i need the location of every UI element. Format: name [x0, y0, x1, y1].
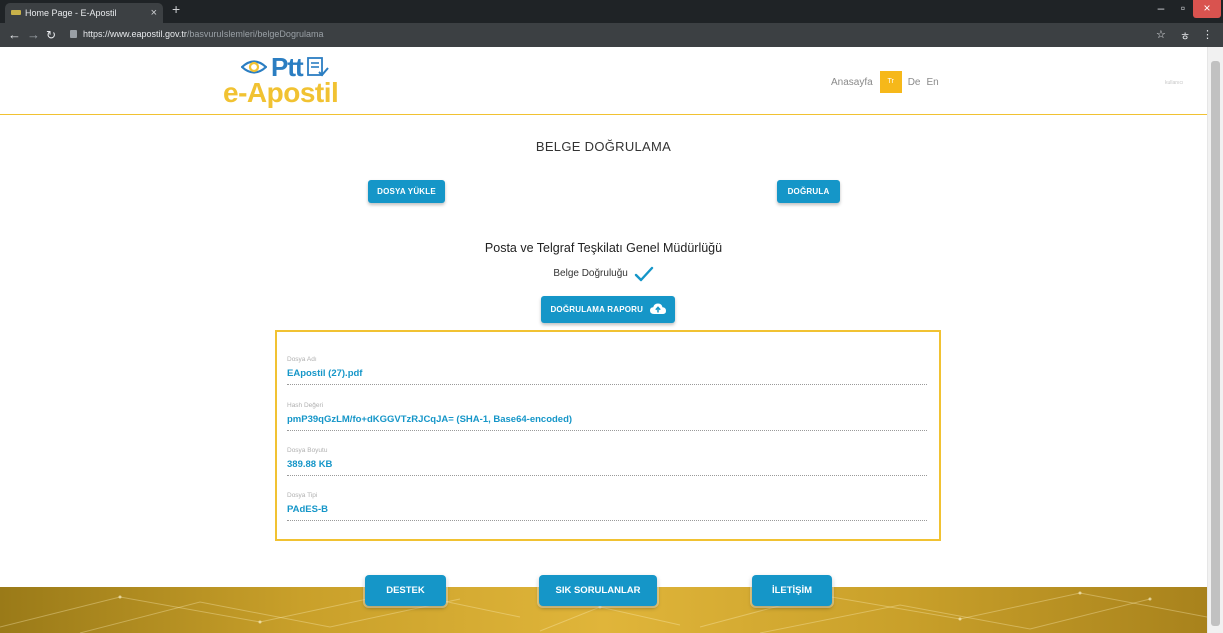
favicon-icon	[11, 10, 21, 15]
tab-title: Home Page - E-Apostil	[25, 8, 117, 18]
upload-file-button[interactable]: DOSYA YÜKLE	[368, 180, 445, 203]
issuing-organization: Posta ve Telgraf Teşkilatı Genel Müdürlü…	[484, 241, 723, 255]
page-title: BELGE DOĞRULAMA	[535, 139, 672, 154]
menu-icon[interactable]: ⋮	[1202, 28, 1213, 41]
eye-logo-icon	[241, 60, 267, 74]
field-label: Dosya Adı	[287, 356, 317, 363]
incognito-icon[interactable]: ㅎ	[1180, 28, 1190, 44]
browser-tab-bar: Home Page - E-Apostil × + – ▫ ×	[0, 0, 1223, 23]
site-header: Ptt e-Apostil Anasayfa Tr De En kullanıc…	[0, 47, 1207, 115]
file-info-panel: Dosya Adı EApostil (27).pdf Hash Değeri …	[275, 330, 941, 541]
nav-home-link[interactable]: Anasayfa	[831, 77, 873, 88]
page-scrollbar[interactable]	[1207, 47, 1223, 633]
field-value: pmP39qGzLM/fo+dKGGVTzRJCqJA= (SHA-1, Bas…	[287, 414, 573, 425]
document-check-logo-icon	[306, 57, 329, 77]
cloud-upload-icon	[649, 303, 666, 314]
field-label: Hash Değeri	[287, 402, 324, 409]
ptt-eapostil-logo[interactable]: Ptt e-Apostil	[219, 52, 364, 109]
lang-de-link[interactable]: De	[908, 77, 921, 88]
field-value: PAdES-B	[287, 504, 328, 515]
support-button[interactable]: DESTEK	[365, 575, 446, 606]
lock-icon	[70, 30, 77, 38]
lang-en-link[interactable]: En	[927, 77, 939, 88]
file-name-field: Dosya Adı EApostil (27).pdf	[287, 356, 927, 385]
field-label: Dosya Boyutu	[287, 447, 328, 454]
browser-tab[interactable]: Home Page - E-Apostil ×	[5, 3, 163, 23]
report-button-label: DOĞRULAMA RAPORU	[550, 305, 644, 314]
tab-close-icon[interactable]: ×	[151, 3, 157, 23]
hash-value-field: Hash Değeri pmP39qGzLM/fo+dKGGVTzRJCqJA=…	[287, 402, 927, 431]
document-validity: Belge Doğruluğu	[0, 266, 1207, 282]
forward-arrow-icon[interactable]: →	[27, 27, 40, 42]
scrollbar-thumb[interactable]	[1211, 61, 1220, 626]
contact-button[interactable]: İLETİŞİM	[752, 575, 832, 606]
new-tab-button[interactable]: +	[172, 1, 180, 17]
user-area-link[interactable]: kullanıcı	[1165, 80, 1183, 86]
file-size-field: Dosya Boyutu 389.88 KB	[287, 447, 927, 476]
browser-address-bar: ← → ↻ https://www.eapostil.gov.tr/basvur…	[0, 23, 1223, 47]
lang-tr-button[interactable]: Tr	[879, 71, 902, 93]
url-path: /basvuruIslemleri/belgeDogrulama	[186, 29, 324, 39]
star-icon[interactable]: ☆	[1156, 28, 1166, 41]
field-value: 389.88 KB	[287, 459, 333, 470]
verify-button[interactable]: DOĞRULA	[777, 180, 840, 203]
top-nav: Anasayfa Tr De En	[831, 71, 939, 93]
faq-button[interactable]: SIK SORULANLAR	[539, 575, 657, 606]
file-type-field: Dosya Tipi PAdES-B	[287, 492, 927, 521]
field-value: EApostil (27).pdf	[287, 368, 363, 379]
minimize-button[interactable]: –	[1150, 0, 1172, 18]
validity-label: Belge Doğruluğu	[553, 268, 628, 279]
url-host: https://www.eapostil.gov.tr	[83, 29, 187, 39]
field-label: Dosya Tipi	[287, 492, 318, 499]
close-window-button[interactable]: ×	[1193, 0, 1221, 18]
logo-eapostil-text: e-Apostil	[223, 77, 339, 108]
reload-icon[interactable]: ↻	[46, 28, 56, 42]
maximize-button[interactable]: ▫	[1172, 0, 1194, 18]
url-field[interactable]: https://www.eapostil.gov.tr/basvuruIslem…	[70, 29, 323, 39]
verification-report-button[interactable]: DOĞRULAMA RAPORU	[541, 296, 675, 323]
back-arrow-icon[interactable]: ←	[8, 27, 21, 42]
checkmark-icon	[634, 266, 653, 282]
